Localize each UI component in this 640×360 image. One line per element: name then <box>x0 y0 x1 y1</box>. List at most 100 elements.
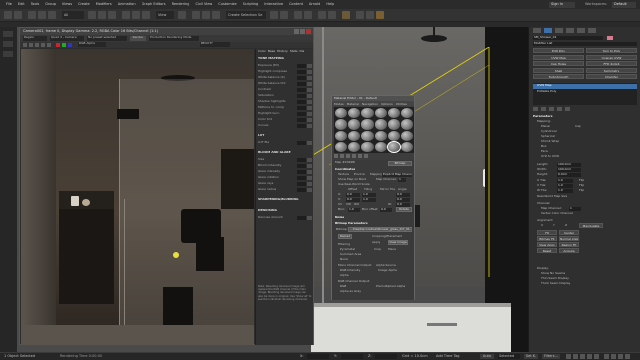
vertex-color-channel-radio[interactable]: Vertex Color Channel <box>541 212 573 216</box>
u-tiling-field[interactable]: 1.0 <box>362 193 376 197</box>
vfb-setting-toggle[interactable] <box>307 82 312 86</box>
snaps-toggle-icon[interactable] <box>192 11 200 19</box>
menu-item[interactable]: Customize <box>218 2 236 6</box>
next-frame-icon[interactable] <box>587 354 592 359</box>
menu-item[interactable]: Help <box>326 2 334 6</box>
material-slot[interactable] <box>386 140 401 154</box>
apply-checkbox[interactable]: Apply <box>372 241 380 245</box>
clone-frame-icon[interactable] <box>35 43 39 47</box>
material-slot[interactable] <box>387 119 400 130</box>
object-name-field[interactable]: SM_Shower_01 <box>533 36 603 40</box>
rendered-image[interactable] <box>21 49 254 345</box>
green-channel-icon[interactable] <box>62 43 66 47</box>
vfb-setting-toggle[interactable] <box>307 124 312 128</box>
y-coordinate-field[interactable] <box>341 354 363 359</box>
modifier-button[interactable]: Chamfer <box>586 74 637 79</box>
width-field[interactable]: 100.0cm <box>557 168 581 172</box>
mapping-option-radio[interactable]: Planar <box>541 125 550 129</box>
material-slot[interactable] <box>335 108 348 119</box>
vfb-setting-field[interactable] <box>297 106 306 110</box>
blue-channel-icon[interactable] <box>68 43 72 47</box>
blur-offset-field[interactable]: 0.0 <box>380 208 392 212</box>
render-element-dropdown[interactable]: BEAUTY <box>200 42 230 47</box>
vfb-setting-field[interactable] <box>297 118 306 122</box>
w-flip-checkbox[interactable]: Flip <box>579 189 584 193</box>
vfb-setting-field[interactable] <box>297 164 306 168</box>
vfb-setting-toggle[interactable] <box>307 94 312 98</box>
vfb-setting-field[interactable] <box>297 176 306 180</box>
utilities-tab-icon[interactable] <box>588 28 596 33</box>
bitmap-fit-button[interactable]: Bitmap Fit <box>537 236 557 241</box>
cap-checkbox[interactable]: Cap <box>575 125 581 129</box>
mapping-option-radio[interactable]: XYZ to UVW <box>541 155 559 159</box>
view-align-button[interactable]: View Align <box>537 242 557 247</box>
pan-icon[interactable] <box>611 354 616 359</box>
modifier-button[interactable]: Unwrap UVW <box>586 54 637 60</box>
material-slot[interactable] <box>374 119 387 130</box>
vfb-setting-field[interactable] <box>297 141 306 145</box>
map-channel-radio[interactable]: Map Channel: <box>541 207 562 211</box>
vfb-setting-toggle[interactable] <box>307 76 312 80</box>
modifier-list-dropdown[interactable]: Modifier List <box>533 42 637 46</box>
stack-item-uvw-map[interactable]: UVW Map <box>533 84 637 89</box>
assign-to-selection-icon[interactable] <box>346 154 350 158</box>
parameters-rollout[interactable]: Parameters <box>533 115 553 119</box>
mapping-option-radio[interactable]: Spherical <box>541 135 555 139</box>
play-icon[interactable] <box>580 354 585 359</box>
rgb-intensity-radio[interactable]: RGB Intensity <box>340 269 360 273</box>
menu-item[interactable]: Civil View <box>195 2 212 6</box>
material-slot[interactable] <box>335 141 348 152</box>
area-to-render-dropdown[interactable]: Region <box>23 36 47 41</box>
material-slot[interactable] <box>361 119 374 130</box>
previous-frame-icon[interactable] <box>573 354 578 359</box>
undo-icon[interactable] <box>4 11 12 19</box>
map-channel-field[interactable]: 1 <box>569 207 581 211</box>
map-type-button[interactable]: Bitmap <box>388 161 412 166</box>
crop-radio[interactable]: Crop <box>374 248 381 252</box>
pin-stack-icon[interactable] <box>533 107 538 111</box>
material-slot[interactable] <box>361 141 374 152</box>
vfb-tab[interactable]: Dis <box>300 49 305 54</box>
explorer-layers-icon[interactable] <box>3 51 13 57</box>
material-slot[interactable] <box>400 108 413 119</box>
vfb-setting-toggle[interactable] <box>307 70 312 74</box>
u-flip-checkbox[interactable]: Flip <box>579 179 584 183</box>
vfb-setting-field[interactable] <box>297 82 306 86</box>
menu-item[interactable]: Interactive <box>264 2 283 6</box>
red-channel-icon[interactable] <box>56 43 60 47</box>
vw-radio[interactable]: VW <box>346 203 351 207</box>
manipulate-button[interactable]: Manipulate <box>579 223 603 228</box>
place-radio[interactable]: Place <box>388 248 396 252</box>
menu-item[interactable]: Scripting <box>243 2 259 6</box>
orbit-icon[interactable] <box>618 354 623 359</box>
align-y-radio[interactable]: Y <box>553 224 555 228</box>
vfb-setting-toggle[interactable] <box>307 176 312 180</box>
mapping-option-radio[interactable]: Face <box>541 150 548 154</box>
material-slot[interactable] <box>348 119 361 130</box>
redo-icon[interactable] <box>14 11 22 19</box>
get-material-icon[interactable] <box>334 154 338 158</box>
me-menu-item[interactable]: Modes <box>334 102 344 106</box>
render-production-icon[interactable] <box>376 11 384 19</box>
v-tile-field[interactable]: 1.0 <box>557 184 573 188</box>
menu-item[interactable]: Arnold <box>309 2 320 6</box>
align-icon[interactable] <box>280 11 288 19</box>
render-button[interactable]: Render <box>130 36 146 41</box>
scale-icon[interactable] <box>142 11 150 19</box>
vfb-setting-field[interactable] <box>297 112 306 116</box>
noise-rollout[interactable]: Noise <box>335 216 344 220</box>
vfb-setting-toggle[interactable] <box>307 106 312 110</box>
select-object-icon[interactable] <box>88 11 96 19</box>
me-menu-item[interactable]: Utilities <box>396 102 407 106</box>
premultiplied-alpha-checkbox[interactable]: Premultiplied Alpha <box>376 285 405 289</box>
percent-snap-icon[interactable] <box>212 11 220 19</box>
modifier-button[interactable]: Edit Poly <box>533 48 584 53</box>
vfb-setting-toggle[interactable] <box>307 88 312 92</box>
clear-icon[interactable] <box>47 43 51 47</box>
length-field[interactable]: 100.0cm <box>557 163 581 167</box>
channel-dropdown[interactable]: RGB Alpha <box>78 42 106 47</box>
height-field[interactable]: 0.0cm <box>557 173 581 177</box>
show-end-result-icon[interactable] <box>541 107 546 111</box>
mapping-dropdown[interactable]: Explicit Map Channel <box>382 173 412 177</box>
region-select-icon[interactable] <box>108 11 116 19</box>
